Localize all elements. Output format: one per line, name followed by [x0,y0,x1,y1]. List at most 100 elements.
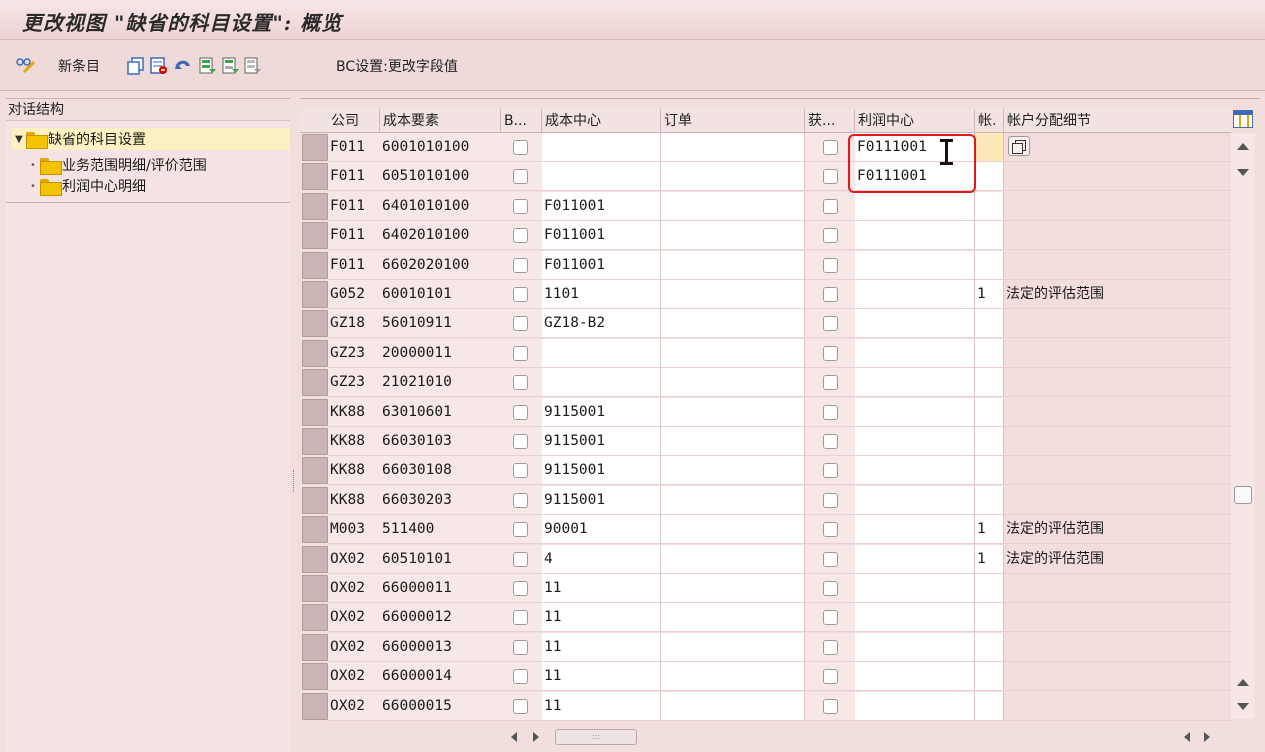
b-checkbox[interactable] [513,434,528,449]
b-checkbox[interactable] [513,140,528,155]
acct-cell[interactable] [975,397,1004,427]
b-checkbox[interactable] [513,257,528,273]
order-cell[interactable] [661,338,805,368]
col-header-order[interactable]: 订单 [661,109,805,133]
row-selector[interactable] [302,134,328,161]
order-cell[interactable] [661,485,805,515]
copy-value-icon[interactable] [1008,136,1030,156]
display-change-button[interactable] [16,55,35,77]
acq-checkbox[interactable] [823,228,838,244]
b-checkbox[interactable] [513,698,528,714]
scroll-right-icon[interactable] [533,732,539,742]
acct-cell[interactable] [975,632,1004,662]
acct-cell[interactable]: 1 [975,280,1004,309]
tree-node-business-area[interactable]: • 业务范围明细/评价范围 [26,154,207,176]
acq-checkbox[interactable] [823,257,838,273]
page-up-icon[interactable] [1237,679,1249,686]
order-cell[interactable] [661,191,805,221]
acct-cell[interactable] [975,691,1004,721]
acct-cell[interactable]: 1 [975,544,1004,574]
cost-center-cell[interactable] [542,133,661,162]
cost-center-cell[interactable]: 9115001 [542,397,661,427]
cost-center-cell[interactable]: 11 [542,632,661,662]
acq-checkbox[interactable] [823,463,838,479]
cost-center-cell[interactable]: 11 [542,691,661,721]
acq-checkbox[interactable] [823,698,838,714]
col-header-cost-element[interactable]: 成本要素 [380,109,501,133]
cost-center-cell[interactable]: 9115001 [542,485,661,515]
col-header-acct[interactable]: 帐. [975,109,1004,133]
row-selector[interactable] [302,663,328,691]
b-checkbox[interactable] [513,228,528,244]
cost-center-cell[interactable]: F011001 [542,191,661,221]
scroll-left-icon[interactable] [1184,732,1190,742]
new-entries-button[interactable]: 新条目 [58,55,100,77]
acq-checkbox[interactable] [823,639,838,655]
order-cell[interactable] [661,280,805,309]
order-cell[interactable] [661,662,805,692]
row-selector[interactable] [302,310,328,338]
col-header-cost-center[interactable]: 成本中心 [542,109,661,133]
profit-center-cell[interactable] [855,662,975,692]
scroll-right-icon[interactable] [1204,732,1210,742]
col-header-profit-center[interactable]: 利润中心 [855,109,975,133]
profit-center-cell[interactable]: F0111001 [855,133,975,162]
cost-center-cell[interactable]: 4 [542,544,661,574]
b-checkbox[interactable] [513,492,528,508]
row-selector[interactable] [302,516,328,544]
b-checkbox[interactable] [513,287,528,302]
row-selector[interactable] [302,428,328,455]
acq-checkbox[interactable] [823,198,838,214]
row-selector[interactable] [302,222,328,250]
acct-cell[interactable] [975,221,1004,251]
acq-checkbox[interactable] [823,434,838,449]
select-block-button[interactable] [222,55,240,77]
acq-checkbox[interactable] [823,345,838,361]
col-header-assignment-detail[interactable]: 帐户分配细节 [1004,109,1231,133]
vertical-scrollbar[interactable] [1231,133,1255,719]
deselect-all-button[interactable] [244,55,262,77]
row-selector[interactable] [302,192,328,220]
panel-splitter[interactable] [290,98,298,752]
acct-cell[interactable] [975,133,1004,162]
b-checkbox[interactable] [513,610,528,626]
profit-center-cell[interactable] [855,221,975,251]
cost-center-cell[interactable]: 11 [542,662,661,692]
b-checkbox[interactable] [513,581,528,596]
col-header-b[interactable]: B... [501,109,542,133]
scroll-thumb[interactable] [1234,486,1252,504]
row-selector[interactable] [302,251,328,279]
profit-center-cell[interactable] [855,456,975,486]
cost-center-cell[interactable]: GZ18-B2 [542,309,661,339]
b-checkbox[interactable] [513,639,528,655]
acq-checkbox[interactable] [823,404,838,420]
select-all-button[interactable] [199,55,217,77]
cost-center-cell[interactable] [542,338,661,368]
profit-center-cell[interactable] [855,368,975,398]
row-selector[interactable] [302,545,328,573]
acct-cell[interactable] [975,309,1004,339]
acq-checkbox[interactable] [823,169,838,185]
acct-cell[interactable] [975,603,1004,633]
profit-center-cell[interactable] [855,397,975,427]
cost-center-cell[interactable]: 9115001 [542,456,661,486]
horizontal-scrollbar-right[interactable] [1178,727,1218,747]
profit-center-cell[interactable]: F0111001 [855,162,975,192]
expand-triangle-icon[interactable]: ▼ [12,134,26,145]
b-checkbox[interactable] [513,551,528,567]
b-checkbox[interactable] [513,404,528,420]
acq-checkbox[interactable] [823,669,838,685]
row-selector[interactable] [302,457,328,485]
order-cell[interactable] [661,515,805,545]
acct-cell[interactable] [975,191,1004,221]
cost-center-cell[interactable]: F011001 [542,250,661,280]
acct-cell[interactable] [975,574,1004,603]
scroll-down-icon[interactable] [1237,169,1249,176]
order-cell[interactable] [661,221,805,251]
cost-center-cell[interactable]: 11 [542,574,661,603]
col-header-company[interactable]: 公司 [328,109,380,133]
profit-center-cell[interactable] [855,485,975,515]
order-cell[interactable] [661,397,805,427]
profit-center-cell[interactable] [855,691,975,721]
profit-center-cell[interactable] [855,338,975,368]
